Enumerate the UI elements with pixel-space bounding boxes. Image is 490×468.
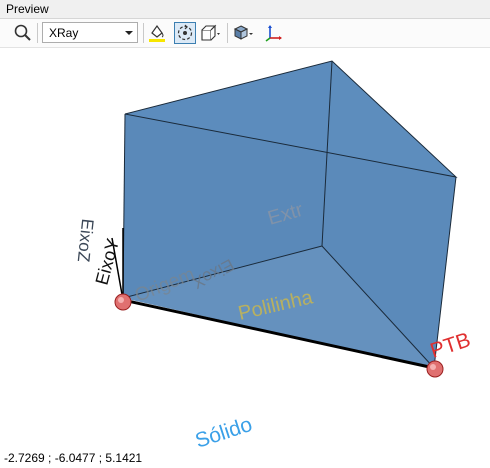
- axes-button[interactable]: [262, 22, 284, 44]
- rotate-view-icon: [177, 24, 193, 41]
- paint-bucket-icon: [149, 24, 165, 42]
- eixoz-label: EixoZ: [74, 218, 97, 263]
- origin-point[interactable]: [114, 293, 132, 311]
- display-options-button[interactable]: [232, 22, 254, 44]
- eixoy-label: EixoY: [92, 236, 123, 287]
- chevron-down-icon: [125, 31, 133, 35]
- magnifier-icon: [14, 24, 31, 41]
- preview-toolbar: XRay: [0, 19, 490, 48]
- color-button[interactable]: [146, 22, 168, 44]
- toolbar-separator: [37, 23, 38, 43]
- preview-panel-header: Preview: [0, 0, 490, 19]
- render-mode-value: XRay: [49, 26, 79, 40]
- scene-canvas[interactable]: Extr Origem EixoX EixoY EixoZ Polilinha …: [0, 48, 490, 465]
- ptb-point[interactable]: [426, 360, 444, 378]
- view-cube-icon: [201, 24, 220, 41]
- view-button[interactable]: [199, 22, 221, 44]
- toolbar-separator: [227, 23, 228, 43]
- render-mode-select[interactable]: XRay: [42, 22, 138, 43]
- zoom-button[interactable]: [12, 22, 34, 44]
- 3d-viewport[interactable]: Extr Origem EixoX EixoY EixoZ Polilinha …: [0, 48, 490, 465]
- panel-title: Preview: [6, 2, 49, 16]
- toolbar-separator: [143, 23, 144, 43]
- rotate-button[interactable]: [174, 22, 196, 44]
- cursor-coordinates: -2.7269 ; -6.0477 ; 5.1421: [4, 451, 143, 465]
- solido-label: Sólido: [192, 413, 255, 453]
- display-options-icon: [233, 25, 253, 40]
- axes-icon: [265, 25, 282, 42]
